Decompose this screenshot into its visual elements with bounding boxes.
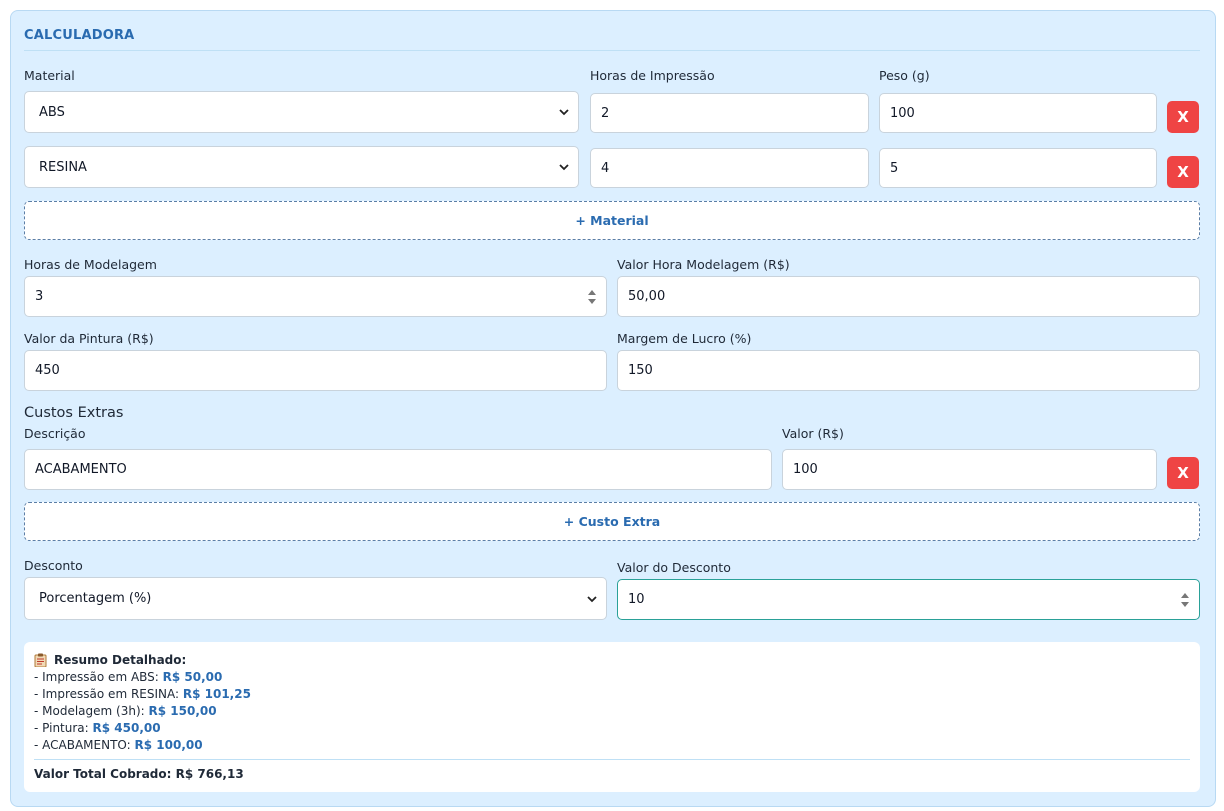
chevron-down-icon [559,164,569,171]
extra-description-label: Descrição [24,426,86,441]
discount-value-value: 10 [628,592,645,607]
summary-heading: Resumo Detalhado: [34,653,186,667]
summary-line-label: - ACABAMENTO: [34,738,135,752]
print-hours-value: 4 [601,160,610,176]
summary-line: - Modelagem (3h): R$ 150,00 [34,704,217,718]
material-select[interactable]: RESINA [24,146,579,188]
remove-material-label: X [1177,163,1189,181]
add-material-label: + Material [575,213,649,228]
summary-line-label: - Modelagem (3h): [34,704,149,718]
margin-value: 150 [628,363,653,378]
extra-value-value: 100 [793,462,818,477]
spinner-arrows-icon[interactable] [587,287,597,307]
clipboard-icon [34,653,47,667]
print-hours-label: Horas de Impressão [590,68,715,83]
summary-line-amount: R$ 101,25 [182,687,251,701]
summary-line: - Impressão em RESINA: R$ 101,25 [34,687,251,701]
modeling-hours-input[interactable]: 3 [24,276,607,317]
extra-description-value: ACABAMENTO [35,462,127,477]
weight-value: 5 [890,160,899,176]
add-extra-cost-button[interactable]: + Custo Extra [24,502,1200,541]
summary-line: - ACABAMENTO: R$ 100,00 [34,738,203,752]
material-select[interactable]: ABS [24,91,579,133]
extra-value-label: Valor (R$) [782,426,844,441]
total-charged: Valor Total Cobrado: R$ 766,13 [34,767,244,781]
modeling-rate-input[interactable]: 50,00 [617,276,1200,317]
remove-material-label: X [1177,108,1189,126]
weight-input[interactable]: 5 [879,148,1157,188]
print-hours-input[interactable]: 2 [590,93,869,133]
extras-heading: Custos Extras [24,405,124,421]
discount-type-select[interactable]: Porcentagem (%) [24,577,607,620]
summary-heading-text: Resumo Detalhado: [54,653,187,667]
calculator-title: CALCULADORA [24,28,135,43]
material-select-value: RESINA [39,159,87,175]
summary-line: - Pintura: R$ 450,00 [34,721,161,735]
margin-label: Margem de Lucro (%) [617,331,752,346]
remove-extra-label: X [1177,464,1189,482]
modeling-rate-value: 50,00 [628,289,666,304]
add-extra-cost-label: + Custo Extra [563,514,661,529]
material-select-value: ABS [39,104,65,120]
summary-line-label: - Pintura: [34,721,93,735]
summary-box: Resumo Detalhado: - Impressão em ABS: R$… [24,642,1200,792]
print-hours-input[interactable]: 4 [590,148,869,188]
add-material-button[interactable]: + Material [24,201,1200,240]
weight-value: 100 [890,105,915,121]
discount-type-label: Desconto [24,558,83,573]
chevron-down-icon [587,595,597,602]
print-hours-value: 2 [601,105,610,121]
modeling-rate-label: Valor Hora Modelagem (R$) [617,257,790,272]
summary-line-amount: R$ 150,00 [148,704,217,718]
remove-material-button[interactable]: X [1167,156,1199,188]
material-label: Material [24,68,75,83]
discount-value-input[interactable]: 10 [617,579,1200,620]
modeling-hours-label: Horas de Modelagem [24,257,157,272]
weight-label: Peso (g) [879,68,930,83]
painting-input[interactable]: 450 [24,350,607,391]
summary-line-amount: R$ 100,00 [134,738,203,752]
summary-line-label: - Impressão em ABS: [34,670,163,684]
modeling-hours-value: 3 [35,289,44,304]
remove-material-button[interactable]: X [1167,101,1199,133]
chevron-down-icon [559,109,569,116]
summary-line: - Impressão em ABS: R$ 50,00 [34,670,222,684]
painting-label: Valor da Pintura (R$) [24,331,154,346]
summary-line-label: - Impressão em RESINA: [34,687,183,701]
summary-divider [34,759,1190,760]
extra-description-input[interactable]: ACABAMENTO [24,449,772,490]
discount-type-value: Porcentagem (%) [39,591,152,606]
summary-line-amount: R$ 450,00 [92,721,161,735]
painting-value: 450 [35,363,60,378]
margin-input[interactable]: 150 [617,350,1200,391]
weight-input[interactable]: 100 [879,93,1157,133]
discount-value-label: Valor do Desconto [617,560,731,575]
summary-line-amount: R$ 50,00 [162,670,223,684]
title-divider [24,50,1200,51]
spinner-arrows-icon[interactable] [1180,590,1190,610]
extra-value-input[interactable]: 100 [782,449,1157,490]
remove-extra-button[interactable]: X [1167,457,1199,489]
